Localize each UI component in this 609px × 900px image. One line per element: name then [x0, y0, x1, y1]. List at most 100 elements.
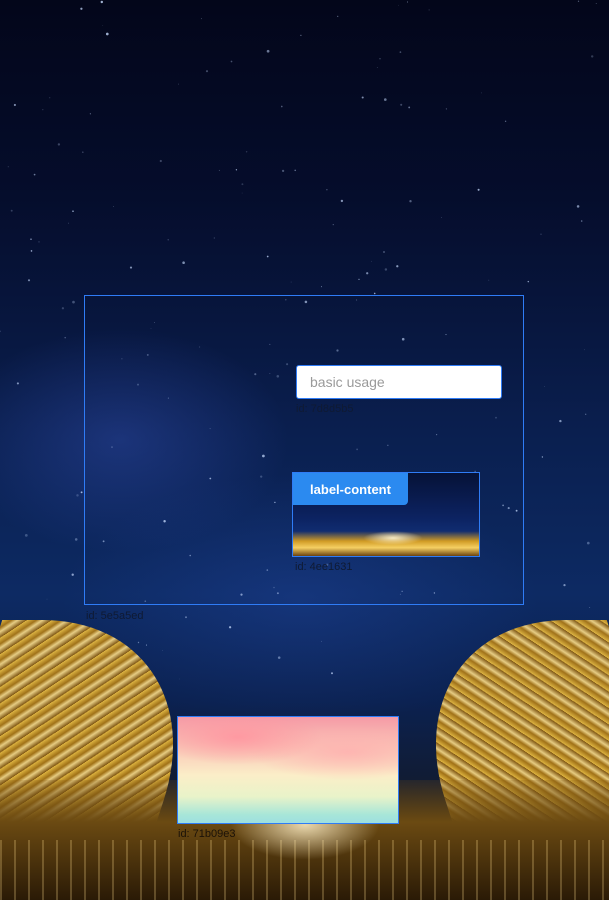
star [488, 279, 490, 281]
star [241, 183, 244, 186]
star [113, 206, 114, 208]
star [200, 18, 202, 20]
star [177, 83, 179, 85]
star [332, 224, 334, 226]
star [13, 103, 16, 107]
star [428, 9, 430, 11]
sky-image-card [177, 716, 399, 824]
star [580, 220, 583, 222]
star [159, 159, 162, 163]
star [441, 217, 442, 218]
image-card-id-label: id: 4ee1631 [295, 561, 353, 573]
star [321, 286, 323, 288]
star [230, 60, 233, 63]
star [24, 534, 28, 537]
container-id-label: id: 5e5a5ed [86, 610, 144, 622]
star [563, 583, 566, 587]
star [366, 272, 369, 275]
star [68, 222, 70, 224]
star [241, 192, 243, 194]
star [277, 656, 281, 659]
star [235, 169, 238, 171]
star [145, 644, 148, 646]
basic-usage-input[interactable] [296, 365, 502, 399]
star [213, 237, 215, 239]
star [384, 98, 387, 101]
star [49, 97, 51, 99]
star [61, 307, 65, 310]
star [280, 105, 283, 108]
star [74, 538, 78, 541]
star [400, 103, 403, 106]
star [266, 49, 270, 53]
star [371, 260, 372, 262]
star [100, 0, 104, 4]
star [129, 266, 133, 269]
star [30, 250, 33, 252]
star [266, 255, 269, 258]
star [540, 233, 542, 235]
star [16, 382, 19, 385]
star [331, 672, 333, 675]
star [167, 239, 169, 241]
image-card: label-content [292, 472, 480, 557]
star [373, 292, 376, 295]
star [399, 51, 402, 53]
star [7, 166, 9, 168]
star [71, 573, 74, 576]
star [72, 300, 75, 304]
star [589, 606, 591, 609]
star [182, 261, 185, 265]
star [445, 108, 447, 110]
star [396, 265, 399, 268]
star [185, 616, 187, 619]
star [379, 57, 381, 60]
star [281, 169, 285, 173]
star [408, 106, 411, 109]
star [376, 67, 378, 68]
star [33, 173, 36, 176]
star [0, 330, 1, 333]
star [398, 4, 399, 6]
star [80, 7, 83, 10]
star [409, 200, 412, 203]
star [89, 113, 91, 115]
star [576, 205, 580, 208]
image-sparkle [363, 531, 423, 545]
star [361, 96, 364, 99]
label-content-button[interactable]: label-content [293, 473, 408, 505]
input-id-label: id: 7d8d5b5 [296, 403, 354, 415]
star [585, 413, 587, 415]
star [527, 280, 530, 283]
sky-card-id-label: id: 71b09e3 [178, 828, 236, 840]
star [383, 251, 385, 253]
star [321, 640, 322, 642]
star [541, 456, 544, 458]
star [340, 199, 344, 203]
star [38, 241, 40, 243]
container-box [84, 295, 524, 605]
star [358, 278, 360, 281]
star [105, 32, 109, 36]
star [577, 0, 580, 2]
star [290, 281, 292, 283]
star [586, 541, 590, 545]
star [162, 650, 163, 651]
star [300, 34, 302, 37]
star [46, 598, 48, 600]
star [64, 336, 66, 339]
star [294, 169, 296, 172]
star [137, 641, 140, 644]
star [10, 209, 13, 212]
star [559, 419, 562, 423]
star [590, 55, 594, 58]
star [82, 151, 84, 153]
star [205, 70, 209, 73]
star [57, 143, 61, 146]
star [583, 349, 585, 351]
star [102, 25, 104, 26]
star [76, 494, 79, 497]
star [504, 120, 507, 122]
star [595, 3, 597, 4]
star [337, 15, 339, 18]
